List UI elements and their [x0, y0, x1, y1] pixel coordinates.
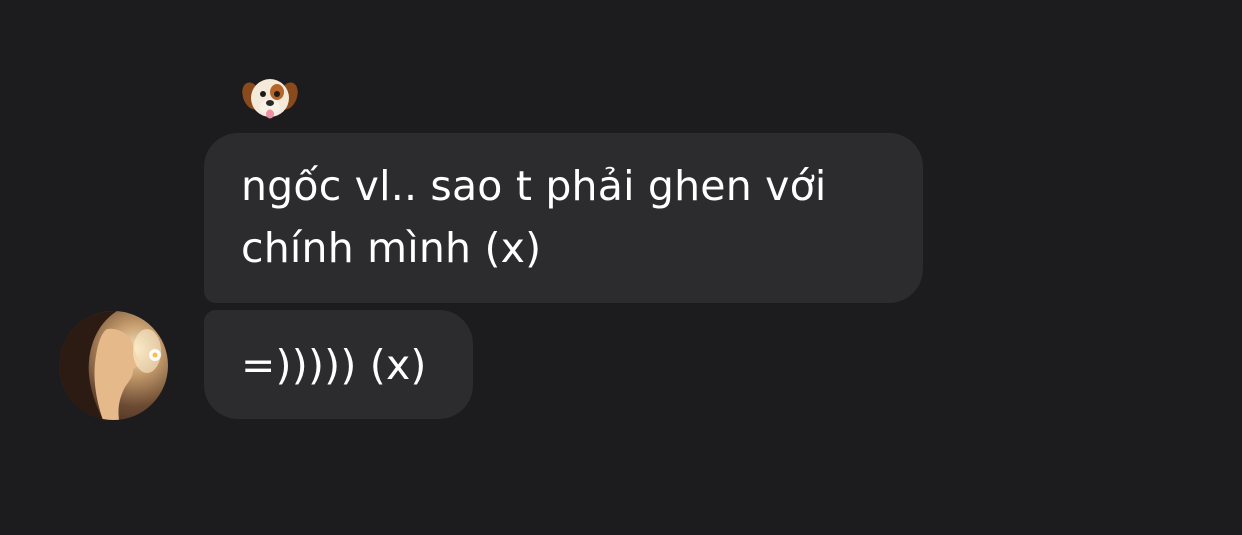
sender-avatar[interactable] [59, 311, 168, 420]
message-text: =))))) (x) [241, 341, 427, 389]
message-text: ngốc vl.. sao t phải ghen với chính mình… [241, 162, 827, 272]
dog-face-icon [242, 74, 298, 126]
message-bubble[interactable]: =))))) (x) [204, 310, 473, 419]
avatar-photo [59, 311, 161, 420]
message-bubble[interactable]: ngốc vl.. sao t phải ghen với chính mình… [204, 133, 923, 303]
chat-thread: ngốc vl.. sao t phải ghen với chính mình… [0, 0, 1242, 535]
